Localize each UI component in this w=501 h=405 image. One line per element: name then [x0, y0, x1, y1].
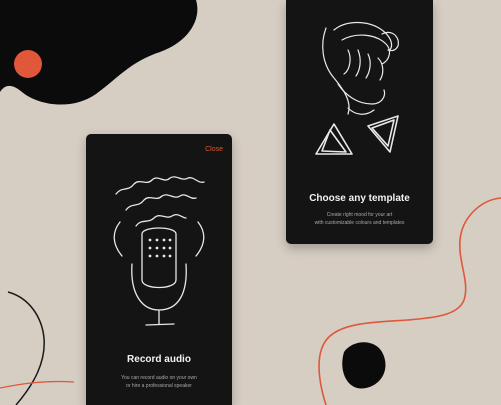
- microphone-sketch-icon: [113, 176, 205, 326]
- record-audio-description-line-2: or hire a professional speaker: [126, 383, 192, 389]
- left-curve-line: [7, 291, 45, 405]
- choose-template-description: Create right mood for your art with cust…: [286, 211, 433, 227]
- bottom-left-orange-line: [0, 380, 75, 389]
- record-audio-description: You can record audio on your own or hire…: [86, 374, 232, 390]
- choose-template-title: Choose any template: [309, 193, 410, 204]
- record-audio-description-line-1: You can record audio on your own: [121, 375, 197, 381]
- record-audio-title: Record audio: [127, 354, 191, 365]
- face-and-triangles-sketch-icon: [315, 21, 399, 155]
- orange-dot: [14, 50, 42, 78]
- choose-template-description-line-2: with customizable colours and templates: [314, 220, 405, 226]
- choose-template-screen: Choose any template Create right mood fo…: [286, 0, 433, 244]
- black-blob-bottom: [342, 342, 386, 389]
- record-audio-screen: Close Record audio You can record audio …: [86, 134, 232, 405]
- choose-template-description-line-1: Create right mood for your art: [326, 212, 393, 218]
